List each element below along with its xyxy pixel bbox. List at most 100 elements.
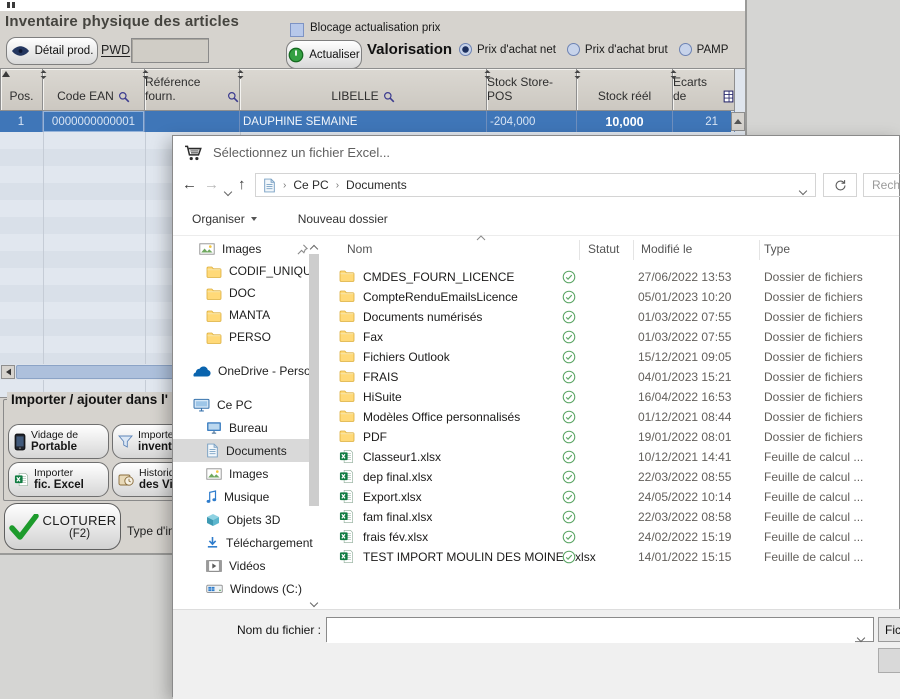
sidebar-item-label: Windows (C:) <box>230 582 302 596</box>
organiser-menu[interactable]: Organiser <box>192 212 257 226</box>
sidebar-item-bureau[interactable]: Bureau <box>173 416 313 439</box>
import-button[interactable]: Vidage dePortable <box>8 424 109 459</box>
filename-combo[interactable] <box>326 617 874 642</box>
forward-button[interactable]: → <box>204 175 219 195</box>
document-icon <box>263 178 276 193</box>
sidebar-item-manta[interactable]: MANTA <box>173 304 313 326</box>
sidebar-scrollbar-thumb[interactable] <box>309 254 319 506</box>
search-input[interactable] <box>864 174 900 196</box>
file-row[interactable]: Documents numérisés01/03/2022 07:55Dossi… <box>331 307 900 327</box>
file-row[interactable]: Fichiers Outlook15/12/2021 09:05Dossier … <box>331 347 900 367</box>
sidebar-item-vid-os[interactable]: Vidéos <box>173 554 313 577</box>
file-row[interactable]: Classeur1.xlsx10/12/2021 14:41Feuille de… <box>331 447 900 467</box>
sidebar-item-images[interactable]: Images <box>173 462 313 485</box>
column-resize-icon[interactable] <box>574 70 581 79</box>
scroll-up-icon <box>734 119 742 124</box>
column-header-modifie[interactable]: Modifié le <box>641 242 692 256</box>
column-header-nom[interactable]: Nom <box>347 242 372 256</box>
sidebar-item-images[interactable]: Images <box>173 238 313 260</box>
breadcrumb-segment[interactable]: Ce PC <box>293 178 328 192</box>
column-resize-icon[interactable] <box>484 70 491 79</box>
valuation-option[interactable]: Prix d'achat net <box>459 43 556 56</box>
grid-column-header[interactable]: Ecarts de <box>673 69 735 111</box>
file-row[interactable]: FRAIS04/01/2023 15:21Dossier de fichiers <box>331 367 900 387</box>
dialog-title: Sélectionnez un fichier Excel... <box>213 145 390 160</box>
sidebar-item-t-l-chargements[interactable]: Téléchargements <box>173 531 313 554</box>
selected-row-cell: 21 <box>673 111 735 132</box>
breadcrumb-dropdown-chevron[interactable] <box>800 183 806 197</box>
sidebar-item-label: Images <box>229 467 268 481</box>
back-button[interactable]: ← <box>182 175 197 195</box>
import-button-label: Vidage dePortable <box>31 429 78 454</box>
selected-grid-row[interactable]: 10000000000001DAUPHINE SEMAINE-204,00010… <box>0 111 731 132</box>
sync-status-icon <box>562 510 576 524</box>
file-row[interactable]: HiSuite16/04/2022 16:53Dossier de fichie… <box>331 387 900 407</box>
file-row[interactable]: TEST IMPORT MOULIN DES MOINES.xlsx14/01/… <box>331 547 900 567</box>
sidebar-item-perso[interactable]: PERSO <box>173 326 313 348</box>
grid-column-header[interactable]: Référence fourn. <box>145 69 240 111</box>
column-resize-icon[interactable] <box>40 70 47 79</box>
file-row[interactable]: CMDES_FOURN_LICENCE27/06/2022 13:53Dossi… <box>331 267 900 287</box>
refresh-button[interactable] <box>823 173 857 197</box>
breadcrumb-separator: › <box>283 180 286 191</box>
file-row[interactable]: CompteRenduEmailsLicence05/01/2023 10:20… <box>331 287 900 307</box>
magnifier-icon <box>383 91 395 103</box>
file-row[interactable]: Fax01/03/2022 07:55Dossier de fichiers <box>331 327 900 347</box>
up-button[interactable]: ↑ <box>238 175 246 195</box>
column-divider[interactable] <box>633 240 634 260</box>
breadcrumb-segment[interactable]: Documents <box>346 178 407 192</box>
sidebar-item-onedrive-person[interactable]: OneDrive - Person <box>173 360 313 382</box>
grid-column-header[interactable]: LIBELLE <box>240 69 487 111</box>
grid-vscroll-up-button[interactable] <box>731 112 745 131</box>
sidebar-item-musique[interactable]: Musique <box>173 485 313 508</box>
file-row[interactable]: dep final.xlsx22/03/2022 08:55Feuille de… <box>331 467 900 487</box>
sidebar-item-objets-3d[interactable]: Objets 3D <box>173 508 313 531</box>
grid-column-header[interactable]: Stock Store-POS <box>487 69 577 111</box>
grid-hscroll-left-button[interactable] <box>1 365 15 379</box>
pwd-input[interactable] <box>131 38 209 63</box>
selected-row-cell: DAUPHINE SEMAINE <box>240 111 487 132</box>
column-resize-icon[interactable] <box>142 70 149 79</box>
cloturer-button[interactable]: CLOTURER (F2) <box>4 503 121 550</box>
sidebar-item-documents[interactable]: Documents <box>173 439 313 462</box>
new-folder-button[interactable]: Nouveau dossier <box>298 212 388 226</box>
valuation-option[interactable]: Prix d'achat brut <box>567 43 668 56</box>
file-row[interactable]: Modèles Office personnalisés01/12/2021 0… <box>331 407 900 427</box>
filename-input[interactable] <box>327 618 855 643</box>
import-button[interactable]: Importerfic. Excel <box>8 462 109 497</box>
search-box[interactable] <box>863 173 900 197</box>
file-type: Feuille de calcul ... <box>764 490 863 504</box>
sidebar-item-codif-unique[interactable]: CODIF_UNIQUE <box>173 260 313 282</box>
file-name: CompteRenduEmailsLicence <box>363 290 518 304</box>
column-header-statut[interactable]: Statut <box>588 242 619 256</box>
grid-column-header[interactable]: Code EAN <box>43 69 145 111</box>
sidebar-item-doc[interactable]: DOC <box>173 282 313 304</box>
cutoff-button[interactable] <box>878 648 900 673</box>
column-divider[interactable] <box>579 240 580 260</box>
history-chevron[interactable] <box>225 182 231 200</box>
selected-row-cell: -204,000 <box>487 111 577 132</box>
blocage-checkbox[interactable] <box>290 23 304 37</box>
file-type: Dossier de fichiers <box>764 370 863 384</box>
breadcrumb-separator: › <box>336 180 339 191</box>
column-resize-icon[interactable] <box>237 70 244 79</box>
sidebar-item-label: Objets 3D <box>227 513 280 527</box>
sidebar-item-windows-c-[interactable]: Windows (C:) <box>173 577 313 600</box>
file-row[interactable]: PDF19/01/2022 08:01Dossier de fichiers <box>331 427 900 447</box>
file-name: dep final.xlsx <box>363 470 432 484</box>
column-header-type[interactable]: Type <box>764 242 790 256</box>
grid-column-header[interactable]: Stock réél <box>577 69 673 111</box>
column-resize-icon[interactable] <box>670 70 677 79</box>
file-type: Dossier de fichiers <box>764 270 863 284</box>
detail-product-button[interactable]: Détail prod. <box>6 37 98 65</box>
file-row[interactable]: Export.xlsx24/05/2022 10:14Feuille de ca… <box>331 487 900 507</box>
valuation-option[interactable]: PAMP <box>679 43 729 56</box>
filetype-button[interactable]: Fich <box>878 617 900 642</box>
file-row[interactable]: frais fév.xlsx24/02/2022 15:19Feuille de… <box>331 527 900 547</box>
sidebar-item-ce-pc[interactable]: Ce PC <box>173 394 313 416</box>
file-row[interactable]: fam final.xlsx22/03/2022 08:58Feuille de… <box>331 507 900 527</box>
filename-dropdown-chevron[interactable] <box>858 628 864 646</box>
sidebar-item-label: DOC <box>229 286 256 300</box>
actualiser-button[interactable]: Actualiser <box>286 40 362 69</box>
column-divider[interactable] <box>759 240 760 260</box>
